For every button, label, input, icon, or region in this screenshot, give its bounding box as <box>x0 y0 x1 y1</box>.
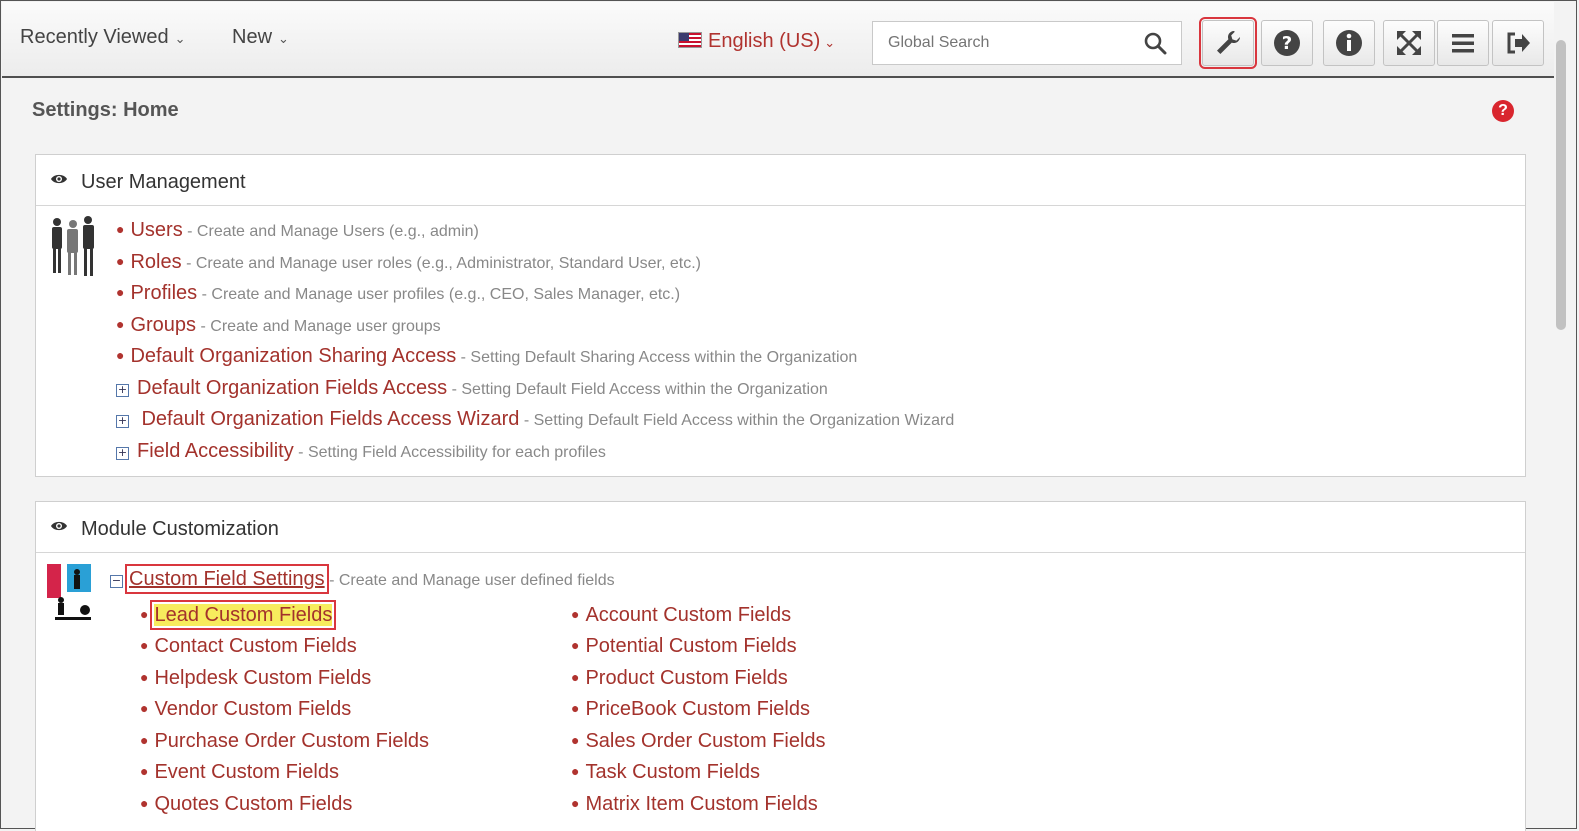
chevron-down-icon: ⌄ <box>278 31 289 46</box>
product-custom-fields-link[interactable]: Product Custom Fields <box>585 667 787 689</box>
user-management-panel: User Management ● Users - Create and Mana… <box>35 154 1526 477</box>
roles-row: ● Roles - Create and Manage user roles (e… <box>116 251 701 273</box>
info-icon <box>1336 30 1362 56</box>
logout-icon <box>1507 32 1530 54</box>
helpdesk-custom-fields-link[interactable]: Helpdesk Custom Fields <box>154 667 371 689</box>
collapse-icon[interactable]: − <box>110 575 123 588</box>
field-accessibility-row: + Field Accessibility - Setting Field Acc… <box>116 440 606 463</box>
list-item: ● Helpdesk Custom Fields <box>140 667 372 689</box>
list-item: ● PriceBook Custom Fields <box>571 698 810 720</box>
groups-desc: - Create and Manage user groups <box>200 318 441 335</box>
menu-button[interactable] <box>1437 20 1489 66</box>
list-item: ● Matrix Item Custom Fields <box>571 793 818 815</box>
profiles-desc: - Create and Manage user profiles (e.g.,… <box>201 286 681 303</box>
recently-viewed-label: Recently Viewed <box>20 26 169 48</box>
purchase-order-custom-fields-link[interactable]: Purchase Order Custom Fields <box>154 730 429 752</box>
expand-icon[interactable]: + <box>116 447 129 460</box>
users-desc: - Create and Manage Users (e.g., admin) <box>187 223 479 240</box>
hamburger-icon <box>1452 34 1474 53</box>
list-item: ● Sales Order Custom Fields <box>571 730 826 752</box>
global-search-input[interactable] <box>873 22 1138 64</box>
scrollbar-thumb[interactable] <box>1556 40 1566 330</box>
svg-text:?: ? <box>1282 33 1292 54</box>
new-label: New <box>232 26 273 48</box>
sharing-access-desc: - Setting Default Sharing Access within … <box>460 349 858 366</box>
module-customization-header[interactable]: Module Customization <box>36 502 1525 553</box>
global-search <box>872 21 1182 65</box>
task-custom-fields-link[interactable]: Task Custom Fields <box>585 761 760 783</box>
list-item: ● Task Custom Fields <box>571 761 760 783</box>
pricebook-custom-fields-link[interactable]: PriceBook Custom Fields <box>585 698 810 720</box>
list-item: ● Quotes Custom Fields <box>140 793 353 815</box>
sharing-access-link[interactable]: Default Organization Sharing Access <box>130 345 456 367</box>
list-item: ● Product Custom Fields <box>571 667 788 689</box>
account-custom-fields-link[interactable]: Account Custom Fields <box>585 604 791 626</box>
expand-icon[interactable]: + <box>116 415 129 428</box>
list-item: ● Event Custom Fields <box>140 761 339 783</box>
fields-access-wizard-link[interactable]: Default Organization Fields Access Wizar… <box>141 408 519 430</box>
sharing-access-row: ● Default Organization Sharing Access - S… <box>116 345 858 367</box>
chevron-down-icon: ⌄ <box>824 35 836 50</box>
expand-icon[interactable]: + <box>116 384 129 397</box>
groups-link[interactable]: Groups <box>130 314 196 336</box>
expand-icon <box>1397 31 1421 55</box>
roles-desc: - Create and Manage user roles (e.g., Ad… <box>186 255 701 272</box>
lead-custom-fields-link[interactable]: Lead Custom Fields <box>150 600 337 630</box>
fields-access-row: + Default Organization Fields Access - Se… <box>116 377 828 400</box>
top-bar: Recently Viewed⌄ New⌄ English (US)⌄ ? <box>2 2 1554 78</box>
us-flag-icon <box>678 32 702 48</box>
wrench-icon <box>1217 30 1240 54</box>
language-label: English (US) <box>708 30 821 52</box>
new-menu[interactable]: New ⌄ <box>232 26 289 49</box>
list-item: ● Purchase Order Custom Fields <box>140 730 430 752</box>
potential-custom-fields-link[interactable]: Potential Custom Fields <box>585 635 796 657</box>
settings-button[interactable] <box>1199 17 1257 69</box>
eye-icon <box>51 174 67 184</box>
users-row: ● Users - Create and Manage Users (e.g., … <box>116 219 479 241</box>
fields-access-wizard-desc: - Setting Default Field Access within th… <box>523 412 955 429</box>
info-button[interactable] <box>1323 20 1375 66</box>
search-icon[interactable] <box>1143 31 1167 55</box>
event-custom-fields-link[interactable]: Event Custom Fields <box>154 761 339 783</box>
contact-custom-fields-link[interactable]: Contact Custom Fields <box>154 635 356 657</box>
custom-field-settings-desc: - Create and Manage user defined fields <box>329 572 615 589</box>
profiles-link[interactable]: Profiles <box>130 282 197 304</box>
profiles-row: ● Profiles - Create and Manage user profi… <box>116 282 681 304</box>
users-link[interactable]: Users <box>130 219 182 241</box>
users-group-icon <box>52 216 94 276</box>
logout-button[interactable] <box>1492 20 1544 66</box>
fields-access-wizard-row: + Default Organization Fields Access Wiz… <box>116 408 954 431</box>
fields-access-desc: - Setting Default Field Access within th… <box>451 381 828 398</box>
help-button[interactable]: ? <box>1261 20 1313 66</box>
custom-field-settings-row: − Custom Field Settings - Create and Mana… <box>110 564 615 594</box>
list-item: ● Account Custom Fields <box>571 604 792 626</box>
user-management-title: User Management <box>81 171 246 193</box>
chevron-down-icon: ⌄ <box>174 31 186 46</box>
matrix-item-custom-fields-link[interactable]: Matrix Item Custom Fields <box>585 793 817 815</box>
list-item: ● Contact Custom Fields <box>140 635 357 657</box>
list-item: ● Lead Custom Fields <box>140 600 337 630</box>
paint-customization-icon <box>47 564 91 620</box>
recently-viewed-menu[interactable]: Recently Viewed ⌄ <box>20 26 186 49</box>
question-icon: ? <box>1274 30 1300 56</box>
roles-link[interactable]: Roles <box>130 251 181 273</box>
list-item: ● Potential Custom Fields <box>571 635 797 657</box>
module-customization-panel: Module Customization − Custom Field Setti… <box>35 501 1526 831</box>
vendor-custom-fields-link[interactable]: Vendor Custom Fields <box>154 698 351 720</box>
page-help-icon[interactable]: ? <box>1492 100 1514 122</box>
eye-icon <box>51 521 67 531</box>
custom-field-settings-link[interactable]: Custom Field Settings <box>125 564 329 594</box>
module-customization-title: Module Customization <box>81 518 279 540</box>
fields-access-link[interactable]: Default Organization Fields Access <box>137 377 447 399</box>
user-management-header[interactable]: User Management <box>36 155 1525 206</box>
field-accessibility-desc: - Setting Field Accessibility for each p… <box>298 444 606 461</box>
groups-row: ● Groups - Create and Manage user groups <box>116 314 441 336</box>
fullscreen-button[interactable] <box>1383 20 1435 66</box>
language-selector[interactable]: English (US) ⌄ <box>678 30 835 53</box>
quotes-custom-fields-link[interactable]: Quotes Custom Fields <box>154 793 352 815</box>
sales-order-custom-fields-link[interactable]: Sales Order Custom Fields <box>585 730 825 752</box>
field-accessibility-link[interactable]: Field Accessibility <box>137 440 294 462</box>
list-item: ● Vendor Custom Fields <box>140 698 352 720</box>
page-title: Settings: Home <box>32 99 179 121</box>
